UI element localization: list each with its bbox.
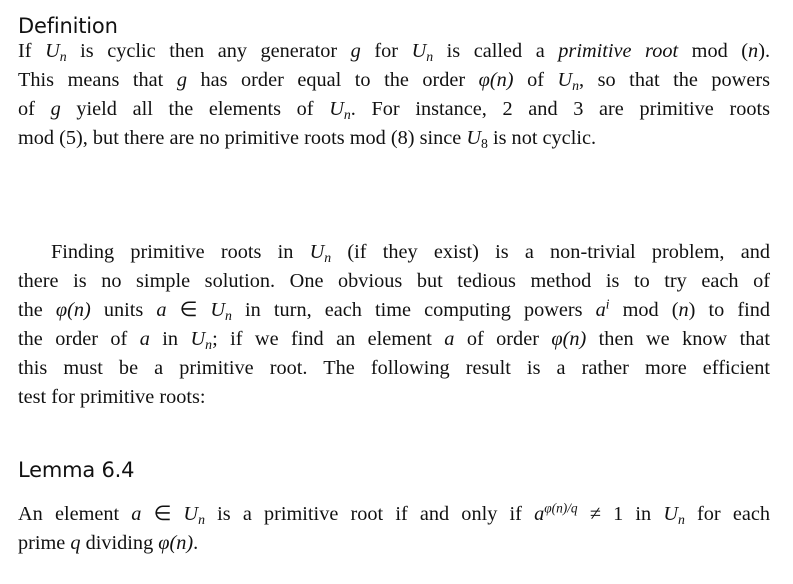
math-symbol: n [678, 299, 689, 321]
lemma-line-2: prime q dividing φ(n). [18, 529, 770, 558]
text-run: ). [758, 40, 771, 62]
text-run: units [90, 299, 157, 321]
math-symbol: a [156, 299, 167, 321]
text-run: mod (5), but there are no primitive root… [18, 127, 467, 149]
document-page: Definition If Un is cyclic then any gene… [0, 0, 793, 584]
math-symbol: U [210, 299, 226, 321]
discussion-line-3: the φ(n) units a ∈ Un in turn, each time… [18, 296, 770, 325]
math-symbol: U [309, 241, 325, 263]
math-symbol: U [329, 98, 344, 120]
text-run: of [513, 69, 558, 91]
lemma-heading: Lemma 6.4 [18, 458, 135, 482]
definition-line-2: This means that g has order equal to the… [18, 66, 770, 95]
math-subscript: n [198, 512, 205, 528]
math-subscript: n [343, 107, 351, 123]
math-symbol: U [466, 127, 481, 149]
text-run: (if they exist) is a non-trivial problem… [331, 241, 770, 263]
lemma-line-1: An element a ∈ Un is a primitive root if… [18, 500, 770, 529]
text-run: This means that [18, 69, 177, 91]
math-symbol: a [139, 328, 150, 350]
math-symbol: U [183, 503, 199, 525]
text-run: this must be a primitive root. The follo… [18, 357, 770, 379]
text-run: has order equal to the order [186, 69, 479, 91]
text-run: , so that the powers [579, 69, 770, 91]
math-symbol: U [190, 328, 206, 350]
math-symbol: a [444, 328, 455, 350]
text-run: for each [684, 503, 770, 525]
discussion-line-6: test for primitive roots: [18, 383, 770, 412]
text-run: If [18, 40, 46, 62]
text-run: mod ( [609, 299, 679, 321]
discussion-line-2: there is no simple solution. One obvious… [18, 267, 770, 296]
math-symbol: U [411, 40, 427, 62]
math-symbol: n [748, 40, 759, 62]
discussion-line-5: this must be a primitive root. The follo… [18, 354, 770, 383]
discussion-line-1: Finding primitive roots in Un (if they e… [18, 238, 770, 267]
text-run: test for primitive roots: [18, 386, 206, 408]
math-symbol: a [595, 299, 606, 321]
lemma-statement: An element a ∈ Un is a primitive root if… [18, 500, 770, 558]
text-run: ∈ [141, 503, 184, 525]
text-run: in [149, 328, 191, 350]
text-run: ≠ 1 in [577, 503, 664, 525]
math-symbol: φ(n) [158, 532, 194, 554]
math-symbol: φ(n) [551, 328, 587, 350]
text-run: is called a [433, 40, 559, 62]
discussion-line-4: the order of a in Un; if we find an elem… [18, 325, 770, 354]
text-run: is not cyclic. [487, 127, 597, 149]
math-symbol: U [663, 503, 678, 525]
math-symbol: U [45, 40, 60, 62]
math-superscript: φ(n)/q [544, 500, 578, 516]
definition-paragraph: If Un is cyclic then any generator g for… [18, 37, 770, 153]
math-subscript: 8 [480, 136, 488, 152]
math-symbol: q [70, 532, 81, 554]
text-run: Finding primitive roots in [51, 241, 310, 263]
math-symbol: g [350, 40, 361, 62]
math-symbol: g [50, 98, 61, 120]
text-run: there is no simple solution. One obvious… [18, 270, 770, 292]
text-run: ) to find [688, 299, 771, 321]
text-run: prime [18, 532, 71, 554]
math-symbol: φ(n) [55, 299, 91, 321]
math-symbol: U [557, 69, 573, 91]
definition-line-1: If Un is cyclic then any generator g for… [18, 37, 770, 66]
term-primitive-root: primitive root [558, 40, 679, 62]
text-run: for [360, 40, 412, 62]
definition-line-4: mod (5), but there are no primitive root… [18, 124, 770, 153]
text-run: of [18, 98, 51, 120]
math-symbol: a [534, 503, 545, 525]
text-run: yield all the elements of [60, 98, 330, 120]
text-run: of order [454, 328, 552, 350]
text-run: ; if we find an element [212, 328, 445, 350]
text-run: mod ( [678, 40, 749, 62]
discussion-paragraph: Finding primitive roots in Un (if they e… [18, 238, 770, 412]
text-run: . For instance, 2 and 3 are primitive ro… [350, 98, 771, 120]
definition-line-3: of g yield all the elements of Un. For i… [18, 95, 770, 124]
text-run: in turn, each time computing powers [231, 299, 596, 321]
text-run: dividing [80, 532, 159, 554]
math-symbol: φ(n) [478, 69, 514, 91]
math-subscript: n [225, 308, 232, 324]
text-run: An element [18, 503, 132, 525]
math-subscript: n [59, 49, 67, 65]
text-run: . [193, 532, 199, 554]
definition-heading: Definition [18, 14, 118, 38]
math-symbol: a [131, 503, 142, 525]
math-subscript: n [572, 78, 580, 94]
text-run: the order of [18, 328, 140, 350]
math-symbol: g [176, 69, 187, 91]
text-run: ∈ [166, 299, 211, 321]
text-run: the [18, 299, 56, 321]
math-subscript: n [677, 512, 685, 528]
text-run: is cyclic then any generator [66, 40, 351, 62]
text-run: is a primitive root if and only if [204, 503, 535, 525]
text-run: then we know that [586, 328, 770, 350]
